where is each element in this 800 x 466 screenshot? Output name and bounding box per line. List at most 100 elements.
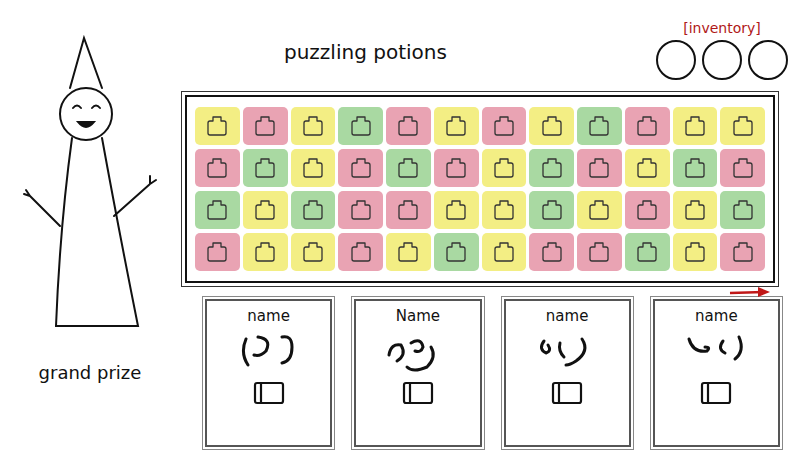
potion-icon (540, 156, 564, 180)
potion-board (185, 95, 775, 283)
potion-cell[interactable] (720, 149, 765, 187)
potion-icon (492, 114, 516, 138)
potion-icon (444, 198, 468, 222)
potion-cell[interactable] (720, 107, 765, 145)
board-row (195, 191, 765, 229)
potion-cell[interactable] (338, 233, 383, 271)
potion-cell[interactable] (625, 233, 670, 271)
inventory-slot[interactable] (702, 40, 742, 80)
potion-cell[interactable] (625, 191, 670, 229)
potion-icon (587, 240, 611, 264)
potion-cell[interactable] (195, 149, 240, 187)
recipe-card[interactable]: name (653, 299, 780, 447)
potion-cell[interactable] (720, 233, 765, 271)
potion-icon (731, 156, 755, 180)
potion-icon (587, 156, 611, 180)
recipe-card[interactable]: name (504, 299, 631, 447)
potion-cell[interactable] (386, 191, 431, 229)
game-title: puzzling potions (280, 38, 451, 66)
potion-cell[interactable] (338, 191, 383, 229)
potion-cell[interactable] (529, 191, 574, 229)
potion-icon (396, 114, 420, 138)
potion-cell[interactable] (625, 149, 670, 187)
potion-cell[interactable] (673, 191, 718, 229)
potion-cell[interactable] (243, 149, 288, 187)
potion-cell[interactable] (482, 107, 527, 145)
potion-cell[interactable] (529, 233, 574, 271)
game-area: puzzling potions[inventory]nameNamenamen… (180, 20, 800, 466)
potion-cell[interactable] (673, 233, 718, 271)
potion-icon (396, 240, 420, 264)
potion-icon (253, 198, 277, 222)
board-row (195, 107, 765, 145)
potion-cell[interactable] (291, 149, 336, 187)
board-row (195, 233, 765, 271)
recipe-name: name (693, 307, 740, 325)
potion-cell[interactable] (577, 107, 622, 145)
inventory-slots (656, 40, 788, 80)
grand-prize-label: grand prize (35, 360, 146, 385)
potion-icon (253, 240, 277, 264)
potion-bottle-icon (398, 375, 438, 407)
ingredients-icon (381, 325, 455, 375)
potion-icon (205, 240, 229, 264)
potion-icon (444, 114, 468, 138)
potion-cell[interactable] (673, 149, 718, 187)
potion-cell[interactable] (386, 233, 431, 271)
potion-icon (731, 240, 755, 264)
potion-cell[interactable] (720, 191, 765, 229)
potion-cell[interactable] (625, 107, 670, 145)
potion-cell[interactable] (338, 107, 383, 145)
inventory-label: [inventory] (681, 20, 763, 36)
potion-cell[interactable] (482, 191, 527, 229)
potion-cell[interactable] (195, 191, 240, 229)
potion-icon (396, 156, 420, 180)
potion-cell[interactable] (434, 233, 479, 271)
potion-cell[interactable] (434, 191, 479, 229)
potion-cell[interactable] (673, 107, 718, 145)
potion-cell[interactable] (243, 233, 288, 271)
potion-icon (396, 198, 420, 222)
potion-cell[interactable] (195, 233, 240, 271)
potion-cell[interactable] (577, 149, 622, 187)
potion-icon (301, 198, 325, 222)
potion-cell[interactable] (529, 149, 574, 187)
potion-cell[interactable] (243, 191, 288, 229)
potion-icon (540, 240, 564, 264)
potion-icon (444, 156, 468, 180)
potion-cell[interactable] (195, 107, 240, 145)
potion-icon (349, 198, 373, 222)
potion-icon (683, 198, 707, 222)
potion-icon (301, 156, 325, 180)
potion-cell[interactable] (291, 107, 336, 145)
potion-icon (540, 114, 564, 138)
board-row (195, 149, 765, 187)
potion-cell[interactable] (434, 149, 479, 187)
potion-icon (587, 198, 611, 222)
potion-icon (349, 114, 373, 138)
potion-icon (587, 114, 611, 138)
potion-cell[interactable] (243, 107, 288, 145)
potion-cell[interactable] (482, 233, 527, 271)
recipe-card[interactable]: Name (354, 299, 481, 447)
inventory-slot[interactable] (656, 40, 696, 80)
potion-bottle-icon (547, 375, 587, 407)
inventory-slot[interactable] (748, 40, 788, 80)
potion-cell[interactable] (338, 149, 383, 187)
recipe-card[interactable]: name (205, 299, 332, 447)
potion-cell[interactable] (291, 191, 336, 229)
prize-column: grand prize (0, 20, 180, 466)
potion-cell[interactable] (291, 233, 336, 271)
potion-icon (253, 114, 277, 138)
potion-icon (492, 156, 516, 180)
potion-cell[interactable] (577, 191, 622, 229)
potion-cell[interactable] (434, 107, 479, 145)
inventory: [inventory] (656, 20, 788, 80)
potion-cell[interactable] (386, 149, 431, 187)
wizard-icon (10, 26, 170, 356)
potion-cell[interactable] (482, 149, 527, 187)
potion-bottle-icon (249, 375, 289, 407)
potion-cell[interactable] (386, 107, 431, 145)
potion-cell[interactable] (577, 233, 622, 271)
potion-cell[interactable] (529, 107, 574, 145)
